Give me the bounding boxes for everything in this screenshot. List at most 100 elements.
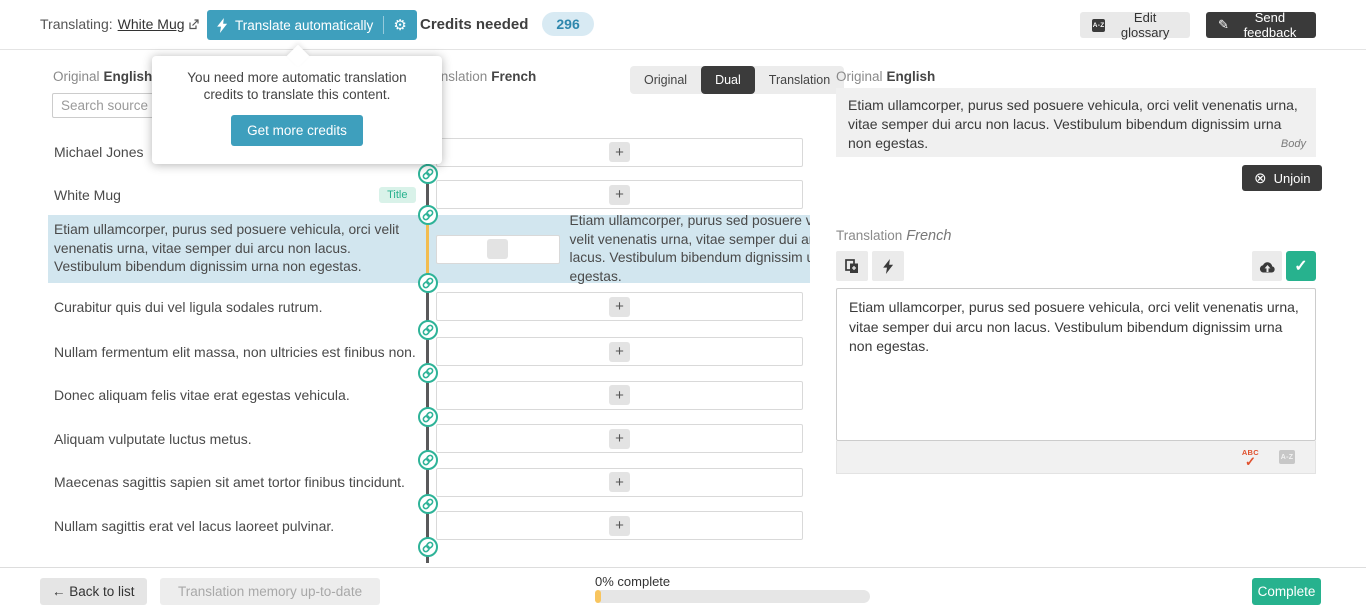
join-link-icon[interactable] bbox=[418, 164, 438, 184]
view-toggle-translation[interactable]: Translation bbox=[755, 66, 844, 94]
progress-bar bbox=[595, 590, 870, 603]
source-segment[interactable]: Etiam ullamcorper, purus sed posuere veh… bbox=[48, 215, 426, 283]
document-title-link[interactable]: White Mug bbox=[118, 16, 199, 32]
source-segment[interactable]: Maecenas sagittis sapien sit amet tortor… bbox=[48, 460, 426, 504]
top-bar: Translating: White Mug Translate automat… bbox=[0, 0, 1366, 50]
translation-textarea[interactable]: Etiam ullamcorper, purus sed posuere veh… bbox=[836, 288, 1316, 441]
source-label: Original bbox=[53, 69, 100, 84]
join-link-icon[interactable] bbox=[418, 450, 438, 470]
join-link-icon[interactable] bbox=[418, 320, 438, 340]
segment-row[interactable]: Integer hendrerit vel augue tristique se… bbox=[48, 547, 810, 563]
edit-glossary-button[interactable]: A-Z Edit glossary bbox=[1080, 12, 1190, 38]
target-segment: + bbox=[436, 130, 810, 174]
translation-cell[interactable]: + bbox=[436, 180, 803, 209]
translation-cell[interactable]: + bbox=[436, 337, 803, 366]
upload-translation-memory-button[interactable] bbox=[1252, 251, 1282, 281]
view-toggle-original[interactable]: Original bbox=[630, 66, 701, 94]
segment-type-badge: Title bbox=[379, 187, 415, 203]
source-segment[interactable]: Aliquam vulputate luctus metus. bbox=[48, 417, 426, 460]
translation-cell[interactable]: + bbox=[436, 292, 803, 321]
join-link-icon[interactable] bbox=[418, 407, 438, 427]
source-segment[interactable]: Curabitur quis dui vel ligula sodales ru… bbox=[48, 283, 426, 330]
source-segment-text: Michael Jones bbox=[54, 144, 144, 160]
translation-memory-status-button: Translation memory up-to-date bbox=[160, 578, 380, 605]
unjoin-button[interactable]: ⊗ Unjoin bbox=[1242, 165, 1322, 191]
original-segment-box: Etiam ullamcorper, purus sed posuere veh… bbox=[836, 88, 1316, 157]
gear-icon[interactable]: ⚙ bbox=[393, 18, 406, 33]
source-segment-text: Nullam fermentum elit massa, non ultrici… bbox=[54, 344, 416, 360]
source-segment[interactable]: White Mug Title bbox=[48, 174, 426, 215]
target-language: French bbox=[491, 69, 536, 84]
glossary-book-icon: A-Z bbox=[1092, 19, 1105, 32]
source-segment-text: Nullam sagittis erat vel lacus laoreet p… bbox=[54, 518, 334, 534]
pencil-icon: ✎ bbox=[1218, 17, 1229, 33]
edit-glossary-label: Edit glossary bbox=[1112, 10, 1178, 40]
glossary-book-icon[interactable]: A-Z bbox=[1279, 450, 1295, 464]
source-segment[interactable]: Nullam fermentum elit massa, non ultrici… bbox=[48, 330, 426, 373]
translation-cell[interactable]: + bbox=[436, 424, 803, 453]
target-segment: + bbox=[436, 504, 810, 547]
translation-cell[interactable]: + bbox=[436, 468, 803, 497]
add-translation-button[interactable]: + bbox=[609, 142, 630, 162]
translation-cell[interactable] bbox=[436, 235, 560, 264]
button-divider bbox=[383, 16, 384, 34]
original-segment-text: Etiam ullamcorper, purus sed posuere veh… bbox=[848, 97, 1298, 151]
translate-automatically-button[interactable]: Translate automatically ⚙ bbox=[207, 10, 417, 40]
source-segment[interactable]: Integer hendrerit vel augue tristique se… bbox=[48, 547, 426, 563]
machine-translate-button[interactable] bbox=[872, 251, 904, 281]
progress-label: 0% complete bbox=[595, 574, 670, 589]
target-segment: Etiam ullamcorper, purus sed posuere veh… bbox=[436, 215, 810, 283]
translation-cell[interactable]: + bbox=[436, 138, 803, 167]
add-translation-button[interactable]: + bbox=[609, 516, 630, 536]
bottom-bar: ← Back to list Translation memory up-to-… bbox=[0, 567, 1366, 615]
unjoin-label: Unjoin bbox=[1274, 171, 1311, 186]
source-segment-text: Etiam ullamcorper, purus sed posuere veh… bbox=[54, 221, 416, 277]
target-segment: + bbox=[436, 460, 810, 504]
get-more-credits-button[interactable]: Get more credits bbox=[231, 115, 363, 146]
spellcheck-icon[interactable]: ABC ✓ bbox=[1242, 448, 1259, 466]
source-language: English bbox=[104, 69, 153, 84]
cloud-upload-icon bbox=[1259, 260, 1276, 273]
lightning-bolt-icon bbox=[217, 18, 228, 33]
join-link-icon[interactable] bbox=[418, 494, 438, 514]
translation-segment-text[interactable]: Etiam ullamcorper, purus sed posuere veh… bbox=[560, 206, 810, 292]
send-feedback-button[interactable]: ✎ Send feedback bbox=[1206, 12, 1316, 38]
join-link-icon[interactable] bbox=[418, 273, 438, 293]
join-link-icon[interactable] bbox=[418, 363, 438, 383]
add-translation-button[interactable]: + bbox=[609, 342, 630, 362]
add-translation-button[interactable] bbox=[487, 239, 508, 259]
source-segment[interactable]: Nullam sagittis erat vel lacus laoreet p… bbox=[48, 504, 426, 547]
source-segment-text: Aliquam vulputate luctus metus. bbox=[54, 431, 252, 447]
lightning-bolt-icon bbox=[883, 259, 894, 274]
view-toggle-dual[interactable]: Dual bbox=[701, 66, 755, 94]
confirm-translation-button[interactable]: ✓ bbox=[1286, 251, 1316, 281]
translating-context: Translating: White Mug bbox=[40, 16, 199, 32]
translation-cell[interactable]: + bbox=[436, 381, 803, 410]
translation-cell[interactable]: + bbox=[436, 511, 803, 540]
credits-tooltip-message: You need more automatic translation cred… bbox=[168, 69, 426, 103]
translation-editor-app: Translating: White Mug Translate automat… bbox=[0, 0, 1366, 615]
complete-button[interactable]: Complete bbox=[1252, 578, 1321, 605]
add-translation-button[interactable]: + bbox=[609, 297, 630, 317]
credits-needed: Credits needed 296 bbox=[420, 12, 594, 36]
credits-needed-label: Credits needed bbox=[420, 16, 528, 33]
join-link-icon[interactable] bbox=[418, 537, 438, 557]
source-segment-text: Maecenas sagittis sapien sit amet tortor… bbox=[54, 474, 405, 490]
add-translation-button[interactable]: + bbox=[609, 385, 630, 405]
source-segment[interactable]: Donec aliquam felis vitae erat egestas v… bbox=[48, 373, 426, 417]
add-translation-button[interactable]: + bbox=[609, 472, 630, 492]
join-link-icon[interactable] bbox=[418, 205, 438, 225]
source-column-header: Original English bbox=[53, 69, 152, 84]
copy-icon bbox=[845, 259, 859, 274]
segment-rows: Michael Jones + White Mug Title bbox=[48, 130, 810, 563]
translation-cell[interactable]: + bbox=[436, 563, 803, 564]
back-to-list-button[interactable]: ← Back to list bbox=[40, 578, 147, 605]
send-feedback-label: Send feedback bbox=[1236, 10, 1304, 40]
add-translation-button[interactable]: + bbox=[609, 185, 630, 205]
target-segment: + bbox=[436, 373, 810, 417]
translation-editor-footer: ABC ✓ A-Z bbox=[836, 441, 1316, 474]
target-segment: + bbox=[436, 283, 810, 330]
copy-source-button[interactable] bbox=[836, 251, 868, 281]
add-translation-button[interactable]: + bbox=[609, 429, 630, 449]
credits-tooltip: You need more automatic translation cred… bbox=[152, 56, 442, 164]
